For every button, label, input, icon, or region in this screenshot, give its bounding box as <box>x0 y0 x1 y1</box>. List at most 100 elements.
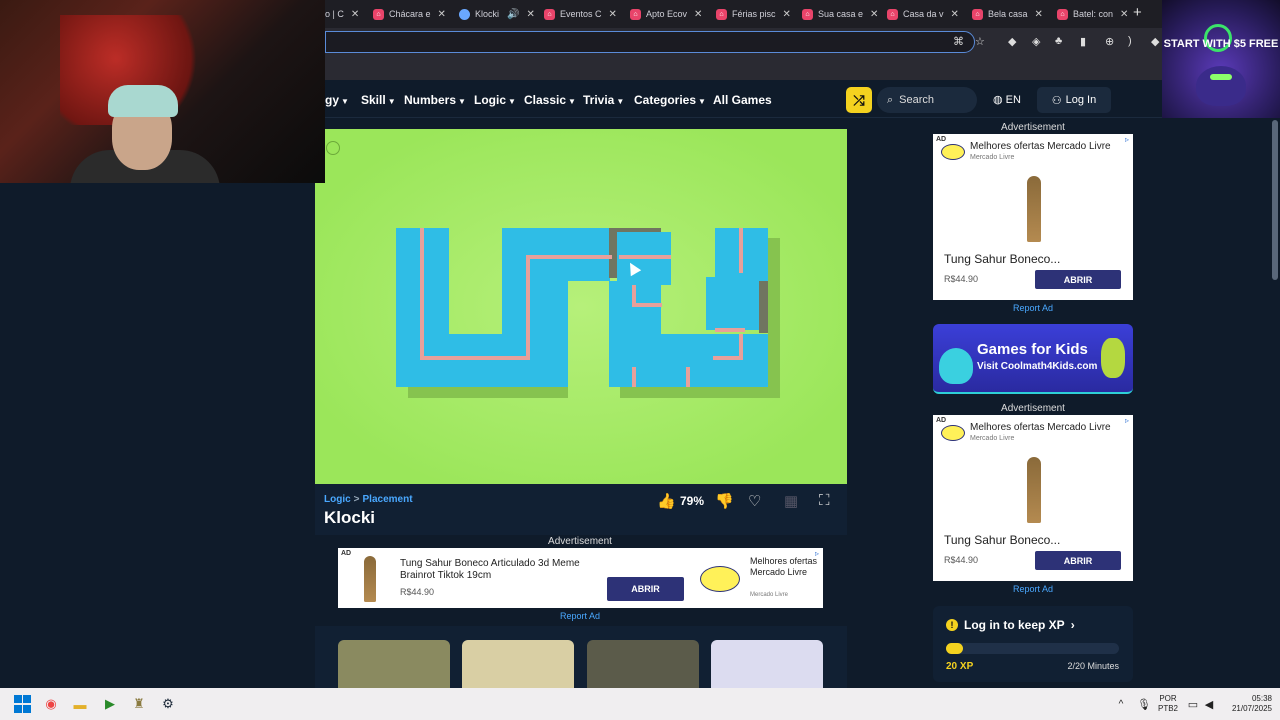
file-explorer-icon[interactable]: ▬ <box>71 695 89 713</box>
theater-mode-icon[interactable]: ▦ <box>784 492 798 510</box>
close-tab-icon[interactable]: ✕ <box>526 9 534 20</box>
nav-label: Categories <box>634 93 697 107</box>
close-tab-icon[interactable]: ✕ <box>1120 9 1128 20</box>
nav-item-strategy[interactable]: gy ▼ <box>325 93 349 107</box>
extension-icon[interactable]: ▮ <box>1080 35 1086 48</box>
xp-title[interactable]: ! Log in to keep XP › <box>946 618 1075 632</box>
microphone-icon[interactable]: 🎙 <box>1135 695 1153 713</box>
close-tab-icon[interactable]: ✕ <box>951 9 959 20</box>
sidebar-ad[interactable]: AD ▹ Melhores ofertas Mercado Livre Merc… <box>933 415 1133 581</box>
game-thumbnail[interactable] <box>587 640 699 688</box>
tab[interactable]: ⌂ Bela casa ✕ <box>972 3 1043 25</box>
game-thumbnail[interactable] <box>338 640 450 688</box>
block-piece[interactable] <box>502 228 568 387</box>
ad-info-icon[interactable]: ▹ <box>1125 416 1129 425</box>
steam-icon[interactable]: ⚙ <box>159 695 177 713</box>
octopus-mascot-icon <box>939 348 973 384</box>
tab[interactable]: ⌂ Apto Ecov ✕ <box>630 3 702 25</box>
input-language[interactable]: POR PTB2 <box>1157 694 1179 714</box>
block-piece[interactable] <box>706 277 759 330</box>
block-piece[interactable] <box>449 334 502 387</box>
report-ad-link[interactable]: Report Ad <box>983 303 1083 313</box>
airbnb-icon: ⌂ <box>1057 8 1068 20</box>
banner-ad[interactable]: AD ▹ Tung Sahur Boneco Articulado 3d Mem… <box>338 548 823 608</box>
ad-price: R$44.90 <box>944 274 979 284</box>
ad-open-button[interactable]: ABRIR <box>1035 551 1121 570</box>
tab[interactable]: ⌂ Batel: con ✕ <box>1057 3 1128 25</box>
search-button[interactable]: ⌕ Search <box>877 87 977 113</box>
app-icon[interactable]: ▶ <box>101 695 119 713</box>
page-scrollbar[interactable] <box>1270 118 1280 688</box>
nav-item-logic[interactable]: Logic ▼ <box>474 93 516 107</box>
chrome-icon[interactable]: ◉ <box>42 695 60 713</box>
address-bar-row: ⌘ ☆ ◆ ◈ ♣ ▮ ⊕ ) ◆ <box>325 28 1162 56</box>
thumbs-down-icon[interactable]: 👎 <box>715 492 734 510</box>
date: 21/07/2025 <box>1231 704 1272 713</box>
nav-item-skill[interactable]: Skill ▼ <box>361 93 396 107</box>
login-button[interactable]: ⚇ Log In <box>1037 87 1111 113</box>
league-icon[interactable]: ♜ <box>130 695 148 713</box>
close-tab-icon[interactable]: ✕ <box>783 9 791 20</box>
close-tab-icon[interactable]: ✕ <box>870 9 878 20</box>
close-tab-icon[interactable]: ✕ <box>1035 9 1043 20</box>
thumbs-up-icon[interactable]: 👍 <box>657 492 676 510</box>
chevron-down-icon: ▼ <box>568 97 576 106</box>
tab[interactable]: ⌂ Eventos C ✕ <box>544 3 617 25</box>
game-menu-dot[interactable] <box>326 141 340 155</box>
random-game-button[interactable]: ⤮ <box>846 87 872 113</box>
coolmath4kids-banner[interactable]: Games for Kids Visit Coolmath4Kids.com <box>933 324 1133 394</box>
block-piece[interactable] <box>661 334 768 387</box>
chevron-up-icon[interactable]: ^ <box>1112 695 1130 713</box>
tab[interactable]: ⌂ Sua casa e ✕ <box>802 3 878 25</box>
nav-item-categories[interactable]: Categories ▼ <box>634 93 706 107</box>
ad-open-button[interactable]: ABRIR <box>1035 270 1121 289</box>
related-games <box>315 626 847 688</box>
game-thumbnail[interactable] <box>462 640 574 688</box>
language-label: EN <box>1005 94 1021 106</box>
audio-icon[interactable]: 🔊 <box>507 9 519 20</box>
extension-icon[interactable]: ♣ <box>1055 35 1062 47</box>
nav-item-classic[interactable]: Classic ▼ <box>524 93 576 107</box>
tab[interactable]: ⌂ Férias pisc ✕ <box>716 3 791 25</box>
language-selector[interactable]: ◍ EN <box>993 93 1021 106</box>
nav-all-games[interactable]: All Games <box>713 93 772 107</box>
report-ad-link[interactable]: Report Ad <box>983 584 1083 594</box>
scrollbar-thumb[interactable] <box>1272 120 1278 280</box>
extension-icon[interactable]: ◆ <box>1008 35 1016 48</box>
sidebar-ad[interactable]: AD ▹ Melhores ofertas Mercado Livre Merc… <box>933 134 1133 300</box>
heart-icon[interactable]: ♡ <box>748 492 761 510</box>
extension-icon[interactable]: ◆ <box>1151 35 1159 48</box>
game-thumbnail[interactable] <box>711 640 823 688</box>
nav-item-trivia[interactable]: Trivia ▼ <box>583 93 624 107</box>
tab[interactable]: ⌂ Casa da v ✕ <box>887 3 959 25</box>
volume-icon[interactable]: ◀ <box>1200 695 1218 713</box>
clock[interactable]: 05:38 21/07/2025 <box>1222 694 1272 714</box>
close-tab-icon[interactable]: ✕ <box>609 9 617 20</box>
breadcrumb-logic[interactable]: Logic <box>324 494 351 505</box>
report-ad-link[interactable]: Report Ad <box>530 611 630 621</box>
nav-item-numbers[interactable]: Numbers ▼ <box>404 93 466 107</box>
extension-icon[interactable]: ◈ <box>1032 35 1040 48</box>
bookmark-star-icon[interactable]: ☆ <box>975 35 985 48</box>
fullscreen-icon[interactable]: ⛶ <box>819 492 830 509</box>
extension-icon[interactable]: ) <box>1128 35 1132 47</box>
tab[interactable]: ⌂ Chácara e ✕ <box>373 3 446 25</box>
xp-panel[interactable]: ! Log in to keep XP › 20 XP 2/20 Minutes <box>933 606 1133 682</box>
close-tab-icon[interactable]: ✕ <box>351 9 359 20</box>
close-tab-icon[interactable]: ✕ <box>438 9 446 20</box>
extension-icon[interactable]: ⊕ <box>1105 35 1114 48</box>
ad-open-button[interactable]: ABRIR <box>607 577 684 601</box>
ad-info-icon[interactable]: ▹ <box>1125 135 1129 144</box>
breadcrumb-placement[interactable]: Placement <box>363 494 413 505</box>
address-bar[interactable] <box>325 31 975 53</box>
tab-klocki[interactable]: Klocki 🔊 ✕ <box>459 3 535 25</box>
tab-label: o | C <box>325 9 344 19</box>
windows-start-icon[interactable] <box>13 695 31 713</box>
new-tab-button[interactable]: + <box>1133 4 1142 21</box>
close-tab-icon[interactable]: ✕ <box>694 9 702 20</box>
nav-label: Skill <box>361 93 386 107</box>
tab[interactable]: o | C ✕ <box>325 3 359 25</box>
translate-icon[interactable]: ⌘ <box>953 35 964 48</box>
game-canvas[interactable] <box>315 129 847 484</box>
airbnb-icon: ⌂ <box>802 8 813 20</box>
